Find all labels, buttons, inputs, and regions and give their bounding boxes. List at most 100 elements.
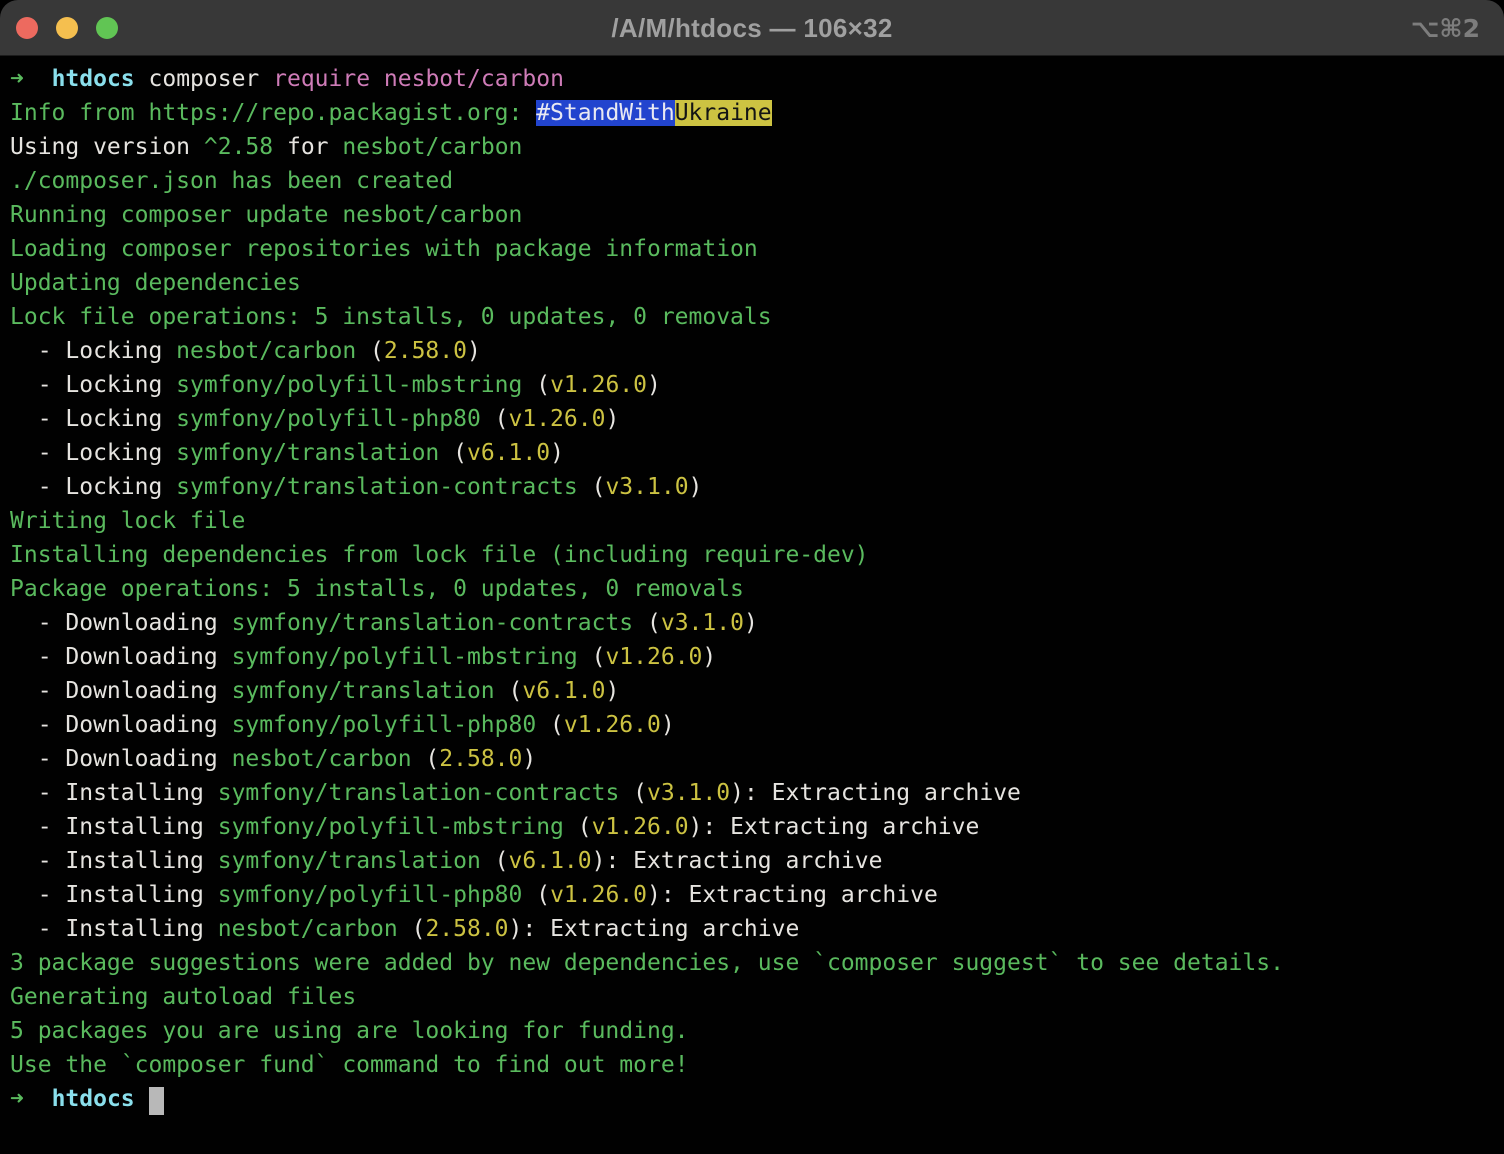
terminal-text-segment: ) xyxy=(702,644,716,670)
terminal-text-segment: v1.26.0 xyxy=(509,406,606,432)
terminal-text-segment: ( xyxy=(356,338,384,364)
terminal-text-segment: - Installing xyxy=(10,848,218,874)
titlebar[interactable]: /A/M/htdocs — 106×32 ⌥⌘2 xyxy=(0,0,1504,56)
terminal-content[interactable]: ➜ htdocs composer require nesbot/carbonI… xyxy=(0,56,1504,1154)
terminal-text-segment: ^2.58 xyxy=(204,134,273,160)
terminal-text-segment: Package operations: 5 installs, 0 update… xyxy=(10,576,744,602)
terminal-text-segment: symfony/polyfill-mbstring xyxy=(232,644,578,670)
terminal-text-segment: - Locking xyxy=(10,406,176,432)
terminal-text-segment: ( xyxy=(481,406,509,432)
close-button[interactable] xyxy=(16,17,38,39)
terminal-text-segment: for xyxy=(273,134,342,160)
terminal-text-segment: ): Extracting archive xyxy=(509,916,800,942)
terminal-text-segment: - Locking xyxy=(10,440,176,466)
terminal-text-segment: 2.58.0 xyxy=(439,746,522,772)
terminal-text-segment: ) xyxy=(744,610,758,636)
terminal-line: Package operations: 5 installs, 0 update… xyxy=(10,572,1504,606)
terminal-line: ➜ htdocs xyxy=(10,1082,1504,1116)
terminal-text-segment: v3.1.0 xyxy=(661,610,744,636)
terminal-text-segment: Loading composer repositories with packa… xyxy=(10,236,758,262)
terminal-text-segment: ( xyxy=(578,644,606,670)
terminal-text-segment xyxy=(135,1086,149,1112)
terminal-text-segment: Using version xyxy=(10,134,204,160)
terminal-text-segment: ( xyxy=(522,882,550,908)
terminal-text-segment: symfony/translation-contracts xyxy=(232,610,634,636)
terminal-text-segment: Lock file operations: 5 installs, 0 upda… xyxy=(10,304,772,330)
terminal-text-segment: ): Extracting archive xyxy=(647,882,938,908)
terminal-text-segment: Writing lock file xyxy=(10,508,245,534)
terminal-line: - Downloading symfony/polyfill-php80 (v1… xyxy=(10,708,1504,742)
terminal-text-segment: ) xyxy=(605,678,619,704)
terminal-text-segment: - Locking xyxy=(10,372,176,398)
terminal-text-segment: htdocs xyxy=(52,66,135,92)
terminal-line: ➜ htdocs composer require nesbot/carbon xyxy=(10,62,1504,96)
terminal-text-segment: - Installing xyxy=(10,882,218,908)
terminal-line: - Locking symfony/translation-contracts … xyxy=(10,470,1504,504)
terminal-window: /A/M/htdocs — 106×32 ⌥⌘2 ➜ htdocs compos… xyxy=(0,0,1504,1154)
terminal-text-segment xyxy=(24,1086,52,1112)
terminal-text-segment: 5 packages you are using are looking for… xyxy=(10,1018,689,1044)
terminal-text-segment: symfony/translation xyxy=(218,848,481,874)
terminal-text-segment: ) xyxy=(605,406,619,432)
terminal-text-segment: ( xyxy=(522,372,550,398)
terminal-text-segment: ( xyxy=(564,814,592,840)
terminal-text-segment: ): Extracting archive xyxy=(689,814,980,840)
terminal-line: Use the `composer fund` command to find … xyxy=(10,1048,1504,1082)
terminal-line: 3 package suggestions were added by new … xyxy=(10,946,1504,980)
terminal-text-segment: Generating autoload files xyxy=(10,984,356,1010)
terminal-text-segment: v1.26.0 xyxy=(564,712,661,738)
terminal-text-segment: v1.26.0 xyxy=(592,814,689,840)
terminal-text-segment: symfony/translation-contracts xyxy=(176,474,578,500)
terminal-text-segment: Running composer update nesbot/carbon xyxy=(10,202,522,228)
terminal-text-segment: ) xyxy=(522,746,536,772)
terminal-line: - Locking symfony/translation (v6.1.0) xyxy=(10,436,1504,470)
terminal-text-segment: - Installing xyxy=(10,814,218,840)
terminal-text-segment: symfony/polyfill-php80 xyxy=(218,882,523,908)
terminal-line: - Locking symfony/polyfill-mbstring (v1.… xyxy=(10,368,1504,402)
terminal-line: Updating dependencies xyxy=(10,266,1504,300)
terminal-text-segment: symfony/polyfill-mbstring xyxy=(218,814,564,840)
terminal-text-segment: ) xyxy=(647,372,661,398)
terminal-text-segment: - Downloading xyxy=(10,746,232,772)
terminal-text-segment: nesbot/carbon xyxy=(232,746,412,772)
terminal-text-segment: ./composer.json has been created xyxy=(10,168,453,194)
terminal-line: - Installing symfony/polyfill-php80 (v1.… xyxy=(10,878,1504,912)
terminal-line: - Installing nesbot/carbon (2.58.0): Ext… xyxy=(10,912,1504,946)
window-title: /A/M/htdocs — 106×32 xyxy=(0,0,1504,56)
terminal-text-segment: v1.26.0 xyxy=(550,372,647,398)
terminal-line: - Locking nesbot/carbon (2.58.0) xyxy=(10,334,1504,368)
terminal-text-segment: ➜ xyxy=(10,66,24,92)
terminal-text-segment: Info from https://repo.packagist.org: xyxy=(10,100,536,126)
terminal-line: Info from https://repo.packagist.org: #S… xyxy=(10,96,1504,130)
terminal-text-segment: 3 package suggestions were added by new … xyxy=(10,950,1284,976)
terminal-text-segment: v1.26.0 xyxy=(550,882,647,908)
terminal-text-segment: ): Extracting archive xyxy=(730,780,1021,806)
terminal-line: 5 packages you are using are looking for… xyxy=(10,1014,1504,1048)
terminal-text-segment: ) xyxy=(467,338,481,364)
terminal-text-segment: symfony/translation xyxy=(176,440,439,466)
terminal-text-segment: v3.1.0 xyxy=(605,474,688,500)
tab-shortcut-hint: ⌥⌘2 xyxy=(1411,0,1480,56)
terminal-line: Using version ^2.58 for nesbot/carbon xyxy=(10,130,1504,164)
terminal-text-segment: symfony/translation xyxy=(232,678,495,704)
terminal-text-segment: ( xyxy=(619,780,647,806)
terminal-text-segment: Ukraine xyxy=(675,100,772,126)
minimize-button[interactable] xyxy=(56,17,78,39)
terminal-text-segment: 2.58.0 xyxy=(384,338,467,364)
terminal-text-segment: ( xyxy=(536,712,564,738)
terminal-text-segment: v3.1.0 xyxy=(647,780,730,806)
terminal-line: ./composer.json has been created xyxy=(10,164,1504,198)
terminal-cursor xyxy=(149,1087,164,1115)
terminal-text-segment: 2.58.0 xyxy=(425,916,508,942)
terminal-text-segment: ( xyxy=(633,610,661,636)
terminal-text-segment: - Locking xyxy=(10,338,176,364)
terminal-line: Installing dependencies from lock file (… xyxy=(10,538,1504,572)
zoom-button[interactable] xyxy=(96,17,118,39)
terminal-line: - Downloading nesbot/carbon (2.58.0) xyxy=(10,742,1504,776)
terminal-text-segment: Use the `composer fund` command to find … xyxy=(10,1052,689,1078)
terminal-text-segment: nesbot/carbon xyxy=(176,338,356,364)
terminal-text-segment: ): Extracting archive xyxy=(592,848,883,874)
terminal-text-segment: v1.26.0 xyxy=(605,644,702,670)
terminal-text-segment: ( xyxy=(439,440,467,466)
terminal-line: - Installing symfony/translation (v6.1.0… xyxy=(10,844,1504,878)
